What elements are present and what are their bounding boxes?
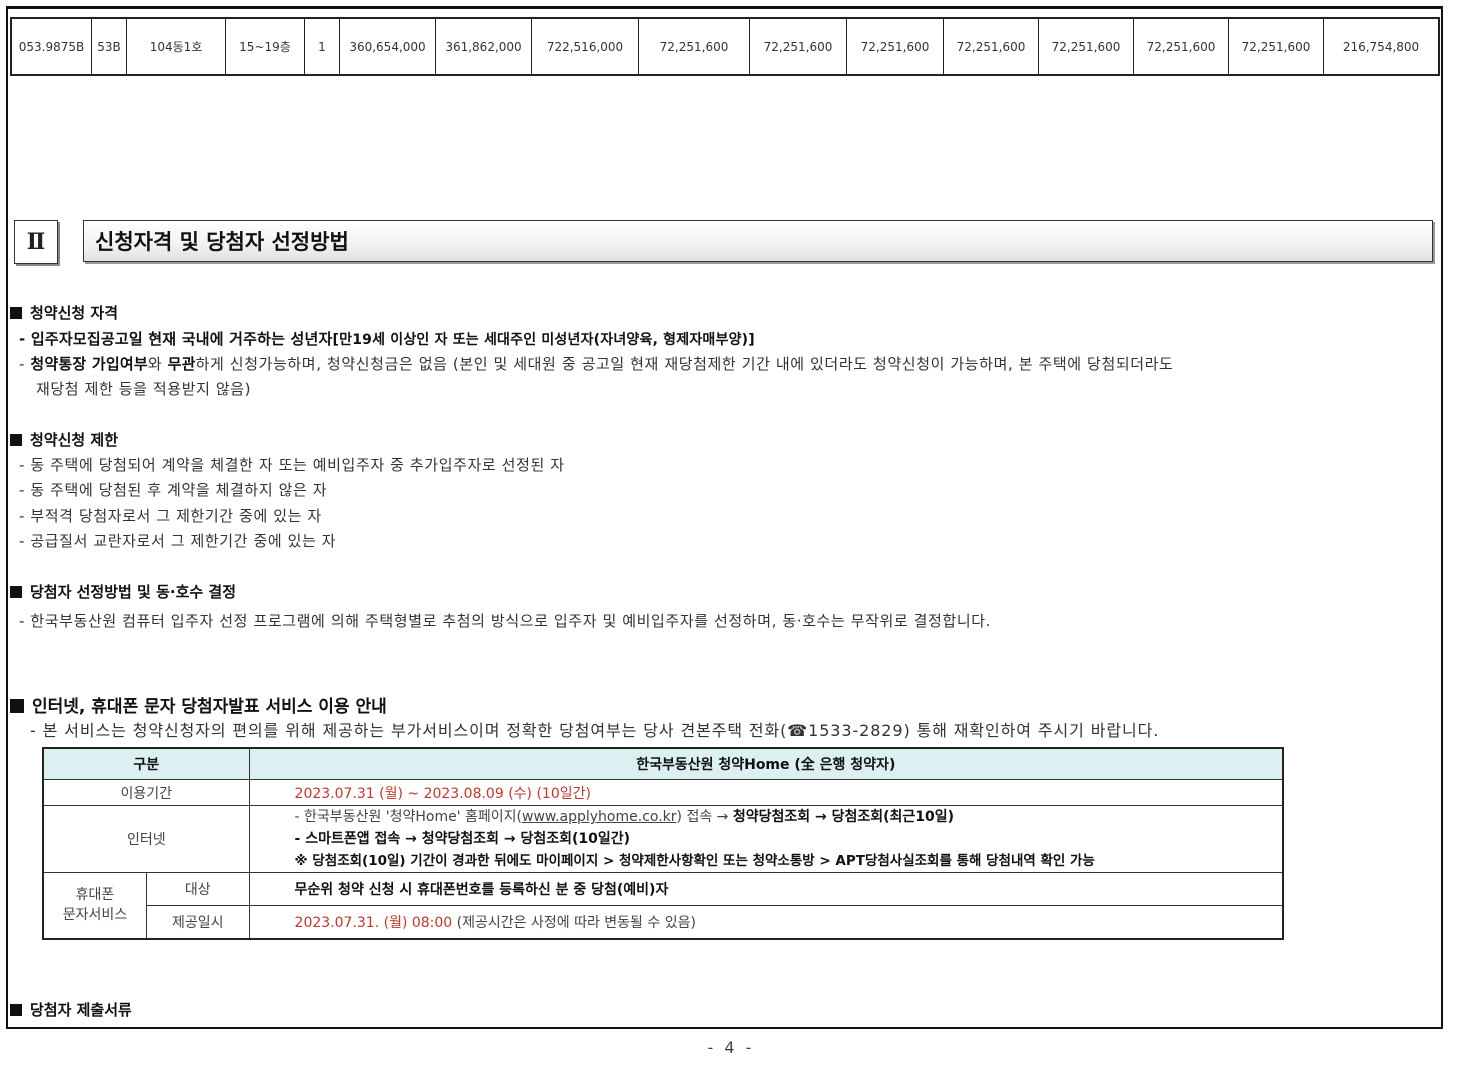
qualification-line-3: 재당첨 제한 등을 적용받지 않음) [36,380,252,398]
list-item: - 동 주택에 당첨된 후 계약을 체결하지 않은 자 [19,481,328,499]
table-cell: 72,251,600 [749,17,847,76]
price-table: 053.9875B 53B 104동1호 15~19층 1 360,654,00… [10,17,1440,76]
square-bullet-icon [10,307,22,319]
table-cell: 72,251,600 [1038,17,1134,76]
square-bullet-icon [10,699,24,713]
table-cell: 361,862,000 [435,17,532,76]
table-cell: 72,251,600 [1228,17,1324,76]
internet-note: - 본 서비스는 청약신청자의 편의를 위해 제공하는 부가서비스이며 정확한 … [30,721,1160,740]
sms-label: 휴대폰 문자서비스 [42,872,147,939]
restriction-heading: 청약신청 제한 [10,429,118,450]
table-cell: 72,251,600 [1133,17,1229,76]
table-cell: 053.9875B [10,17,92,76]
qualification-line-2: - 청약통장 가입여부와 무관하게 신청가능하며, 청약신청금은 없음 (본인 … [19,355,1174,373]
list-item: - 부적격 당첨자로서 그 제한기간 중에 있는 자 [19,507,322,525]
date-label: 제공일시 [146,905,250,939]
service-table: 구분 한국부동산원 청약Home (全 은행 청약자) 이용기간 2023.07… [42,747,1284,940]
applyhome-link[interactable]: www.applyhome.co.kr [522,809,677,825]
section-number: Ⅱ [14,220,58,264]
period-value: 2023.07.31 (월) ~ 2023.08.09 (수) (10일간) [248,779,1284,806]
header-service: 한국부동산원 청약Home (全 은행 청약자) [248,747,1284,780]
table-cell: 216,754,800 [1323,17,1440,76]
table-row: 제공일시 2023.07.31. (월) 08:00 (제공시간은 사정에 따라… [43,905,1284,939]
table-cell: 1 [304,17,340,76]
table-row: 휴대폰 문자서비스 대상 무순위 청약 신청 시 휴대폰번호를 등록하신 분 중… [42,872,1284,939]
section-title: 신청자격 및 당첨자 선정방법 [83,220,1433,262]
table-cell: 360,654,000 [339,17,436,76]
selection-text: - 한국부동산원 컴퓨터 입주자 선정 프로그램에 의해 주택형별로 추첨의 방… [19,612,992,630]
target-value: 무순위 청약 신청 시 휴대폰번호를 등록하신 분 중 당첨(예비)자 [248,872,1284,906]
table-row: 이용기간 2023.07.31 (월) ~ 2023.08.09 (수) (10… [42,779,1284,806]
page-number: - 4 - [707,1038,755,1057]
internet-details: - 한국부동산원 '청약Home' 홈페이지(www.applyhome.co.… [248,805,1284,873]
internet-heading: 인터넷, 휴대폰 문자 당첨자발표 서비스 이용 안내 [10,692,387,717]
qualification-line-1: - 입주자모집공고일 현재 국내에 거주하는 성년자[만19세 이상인 자 또는… [19,330,755,348]
square-bullet-icon [10,586,22,598]
selection-heading: 당첨자 선정방법 및 동·호수 결정 [10,581,236,602]
internet-line-1: - 한국부동산원 '청약Home' 홈페이지(www.applyhome.co.… [294,809,955,825]
qualification-heading: 청약신청 자격 [10,302,118,323]
table-header-row: 구분 한국부동산원 청약Home (全 은행 청약자) [42,747,1284,780]
documents-heading: 당첨자 제출서류 [10,999,132,1020]
table-cell: 72,251,600 [638,17,750,76]
table-cell: 104동1호 [126,17,226,76]
date-value: 2023.07.31. (월) 08:00 (제공시간은 사정에 따라 변동될 … [248,905,1284,939]
table-cell: 72,251,600 [943,17,1039,76]
period-label: 이용기간 [42,779,250,806]
header-category: 구분 [42,747,250,780]
internet-line-2: - 스마트폰앱 접속 → 청약당첨조회 → 당첨조회(10일간) [294,831,631,847]
table-cell: 15~19층 [225,17,305,76]
table-cell: 72,251,600 [846,17,944,76]
list-item: - 동 주택에 당첨되어 계약을 체결한 자 또는 예비입주자 중 추가입주자로… [19,456,565,474]
square-bullet-icon [10,1004,22,1016]
table-row: 인터넷 - 한국부동산원 '청약Home' 홈페이지(www.applyhome… [42,805,1284,873]
target-label: 대상 [146,872,250,906]
internet-line-3: ※ 당첨조회(10일) 기간이 경과한 뒤에도 마이페이지 > 청약제한사항확인… [294,853,1095,869]
internet-label: 인터넷 [42,805,250,873]
table-cell: 53B [91,17,127,76]
table-row: 053.9875B 53B 104동1호 15~19층 1 360,654,00… [10,17,1440,76]
square-bullet-icon [10,434,22,446]
list-item: - 공급질서 교란자로서 그 제한기간 중에 있는 자 [19,532,337,550]
table-cell: 722,516,000 [531,17,639,76]
